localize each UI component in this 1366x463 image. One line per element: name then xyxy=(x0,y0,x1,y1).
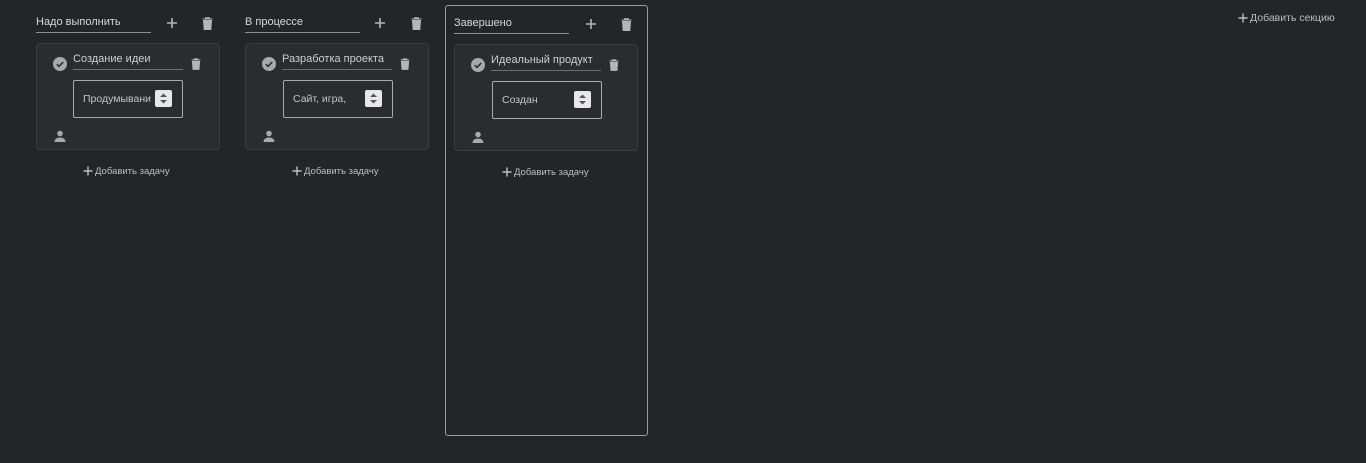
delete-section-icon[interactable] xyxy=(407,14,425,32)
person-icon[interactable] xyxy=(53,129,67,143)
task-title-input[interactable]: Создание идеи xyxy=(73,53,183,70)
delete-section-icon[interactable] xyxy=(617,15,635,33)
kanban-board: Надо выполнить Создание идеи Продумывани xyxy=(0,0,1366,463)
add-task-button[interactable]: Добавить задачу xyxy=(83,164,170,178)
task-card[interactable]: Разработка проекта Сайт, игра, xyxy=(245,43,429,150)
section-todo: Надо выполнить Создание идеи Продумывани xyxy=(36,5,220,185)
add-task-button[interactable]: Добавить задачу xyxy=(502,165,589,179)
person-icon[interactable] xyxy=(471,130,485,144)
plus-icon xyxy=(1238,13,1248,23)
add-task-label: Добавить задачу xyxy=(304,165,379,177)
check-circle-icon[interactable] xyxy=(471,58,485,72)
section-title-input[interactable]: Надо выполнить xyxy=(36,15,151,33)
up-down-arrows-icon[interactable] xyxy=(365,90,382,107)
delete-task-icon[interactable] xyxy=(396,55,414,73)
add-task-label: Добавить задачу xyxy=(514,166,589,178)
task-description-field[interactable]: Продумывани xyxy=(73,80,183,118)
add-section-button[interactable]: Добавить секцию xyxy=(1238,12,1335,24)
task-card[interactable]: Идеальный продукт Создан xyxy=(454,44,638,151)
task-title-input[interactable]: Разработка проекта xyxy=(282,53,392,70)
add-section-label: Добавить секцию xyxy=(1250,12,1335,24)
task-description-field[interactable]: Создан xyxy=(492,81,602,119)
add-task-icon[interactable] xyxy=(371,14,389,32)
up-down-arrows-icon[interactable] xyxy=(574,91,591,108)
task-description-field[interactable]: Сайт, игра, xyxy=(283,80,393,118)
delete-task-icon[interactable] xyxy=(187,55,205,73)
section-done: Завершено Идеальный продукт Создан Добав… xyxy=(445,5,648,436)
add-task-icon[interactable] xyxy=(582,15,600,33)
plus-icon xyxy=(83,166,93,176)
delete-section-icon[interactable] xyxy=(198,14,216,32)
section-title-input[interactable]: В процессе xyxy=(245,15,360,33)
plus-icon xyxy=(502,167,512,177)
task-description-text: Продумывани xyxy=(83,93,151,105)
task-description-text: Сайт, игра, xyxy=(293,93,347,105)
plus-icon xyxy=(292,166,302,176)
person-icon[interactable] xyxy=(262,129,276,143)
up-down-arrows-icon[interactable] xyxy=(155,90,172,107)
check-circle-icon[interactable] xyxy=(262,57,276,71)
task-description-text: Создан xyxy=(502,94,538,106)
delete-task-icon[interactable] xyxy=(605,56,623,74)
add-task-icon[interactable] xyxy=(163,14,181,32)
section-title-input[interactable]: Завершено xyxy=(454,16,569,34)
task-card[interactable]: Создание идеи Продумывани xyxy=(36,43,220,150)
check-circle-icon[interactable] xyxy=(53,57,67,71)
add-task-button[interactable]: Добавить задачу xyxy=(292,164,379,178)
section-in-progress: В процессе Разработка проекта Сайт, игра… xyxy=(245,5,429,185)
task-title-input[interactable]: Идеальный продукт xyxy=(491,54,601,71)
add-task-label: Добавить задачу xyxy=(95,165,170,177)
